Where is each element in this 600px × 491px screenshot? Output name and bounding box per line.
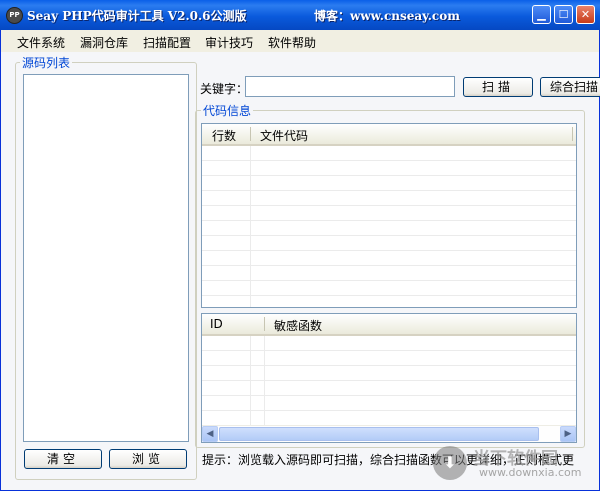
- keyword-input[interactable]: [245, 76, 455, 97]
- scan-button[interactable]: 扫描: [463, 77, 533, 97]
- window-title-blog: 博客：www.cnseay.com: [314, 9, 460, 23]
- title-bar[interactable]: PP Seay PHP代码审计工具 V2.0.6公测版 博客：www.cnsea…: [0, 0, 600, 30]
- column-id[interactable]: ID: [210, 317, 223, 331]
- column-separator[interactable]: [264, 317, 265, 331]
- minimize-button[interactable]: ▁: [532, 5, 551, 24]
- watermark-logo: ⬇ 当下软件园 www.downxia.com: [433, 444, 593, 484]
- menu-scan-config[interactable]: 扫描配置: [143, 34, 191, 51]
- horizontal-scrollbar[interactable]: ◀ ▶: [202, 425, 576, 442]
- menu-audit-tips[interactable]: 审计技巧: [205, 34, 253, 51]
- column-gridline: [264, 336, 265, 425]
- code-info-label: 代码信息: [201, 102, 254, 119]
- menu-file-system[interactable]: 文件系统: [17, 34, 65, 51]
- source-list-label: 源码列表: [20, 54, 73, 71]
- clear-button[interactable]: 清空: [24, 449, 102, 469]
- column-gridline: [250, 146, 251, 307]
- keyword-label: 关键字：: [200, 82, 249, 96]
- menu-help[interactable]: 软件帮助: [268, 34, 316, 51]
- close-button[interactable]: ✕: [576, 5, 595, 24]
- browse-button[interactable]: 浏览: [109, 449, 187, 469]
- watermark-download-icon: ⬇: [433, 446, 467, 480]
- column-separator[interactable]: [572, 127, 573, 141]
- column-gridline: [250, 336, 251, 425]
- window-title: Seay PHP代码审计工具 V2.0.6公测版: [27, 9, 247, 23]
- code-info-grid-header: 行数 文件代码: [202, 124, 576, 146]
- app-window: PP Seay PHP代码审计工具 V2.0.6公测版 博客：www.cnsea…: [0, 0, 600, 491]
- code-info-grid-rows: [202, 146, 576, 307]
- scroll-thumb[interactable]: [219, 427, 539, 441]
- watermark-domain: www.downxia.com: [479, 466, 582, 479]
- scroll-left-icon[interactable]: ◀: [202, 426, 218, 442]
- menu-vuln-repo[interactable]: 漏洞仓库: [80, 34, 128, 51]
- menu-bar: 文件系统 漏洞仓库 扫描配置 审计技巧 软件帮助: [1, 30, 599, 52]
- column-separator[interactable]: [250, 127, 251, 141]
- scroll-right-icon[interactable]: ▶: [560, 426, 576, 442]
- sensitive-function-grid[interactable]: ID 敏感函数 ◀ ▶: [201, 313, 577, 443]
- column-sensitive-function[interactable]: 敏感函数: [274, 317, 322, 334]
- source-list-box[interactable]: [23, 74, 189, 442]
- column-file-code[interactable]: 文件代码: [260, 127, 308, 144]
- maximize-button[interactable]: ☐: [554, 5, 573, 24]
- code-info-grid[interactable]: 行数 文件代码: [201, 123, 577, 308]
- combined-scan-button[interactable]: 综合扫描: [540, 77, 600, 97]
- column-line-number[interactable]: 行数: [212, 127, 236, 144]
- sensitive-grid-rows: [202, 336, 576, 425]
- sensitive-grid-header: ID 敏感函数: [202, 314, 576, 336]
- app-icon[interactable]: PP: [6, 7, 23, 24]
